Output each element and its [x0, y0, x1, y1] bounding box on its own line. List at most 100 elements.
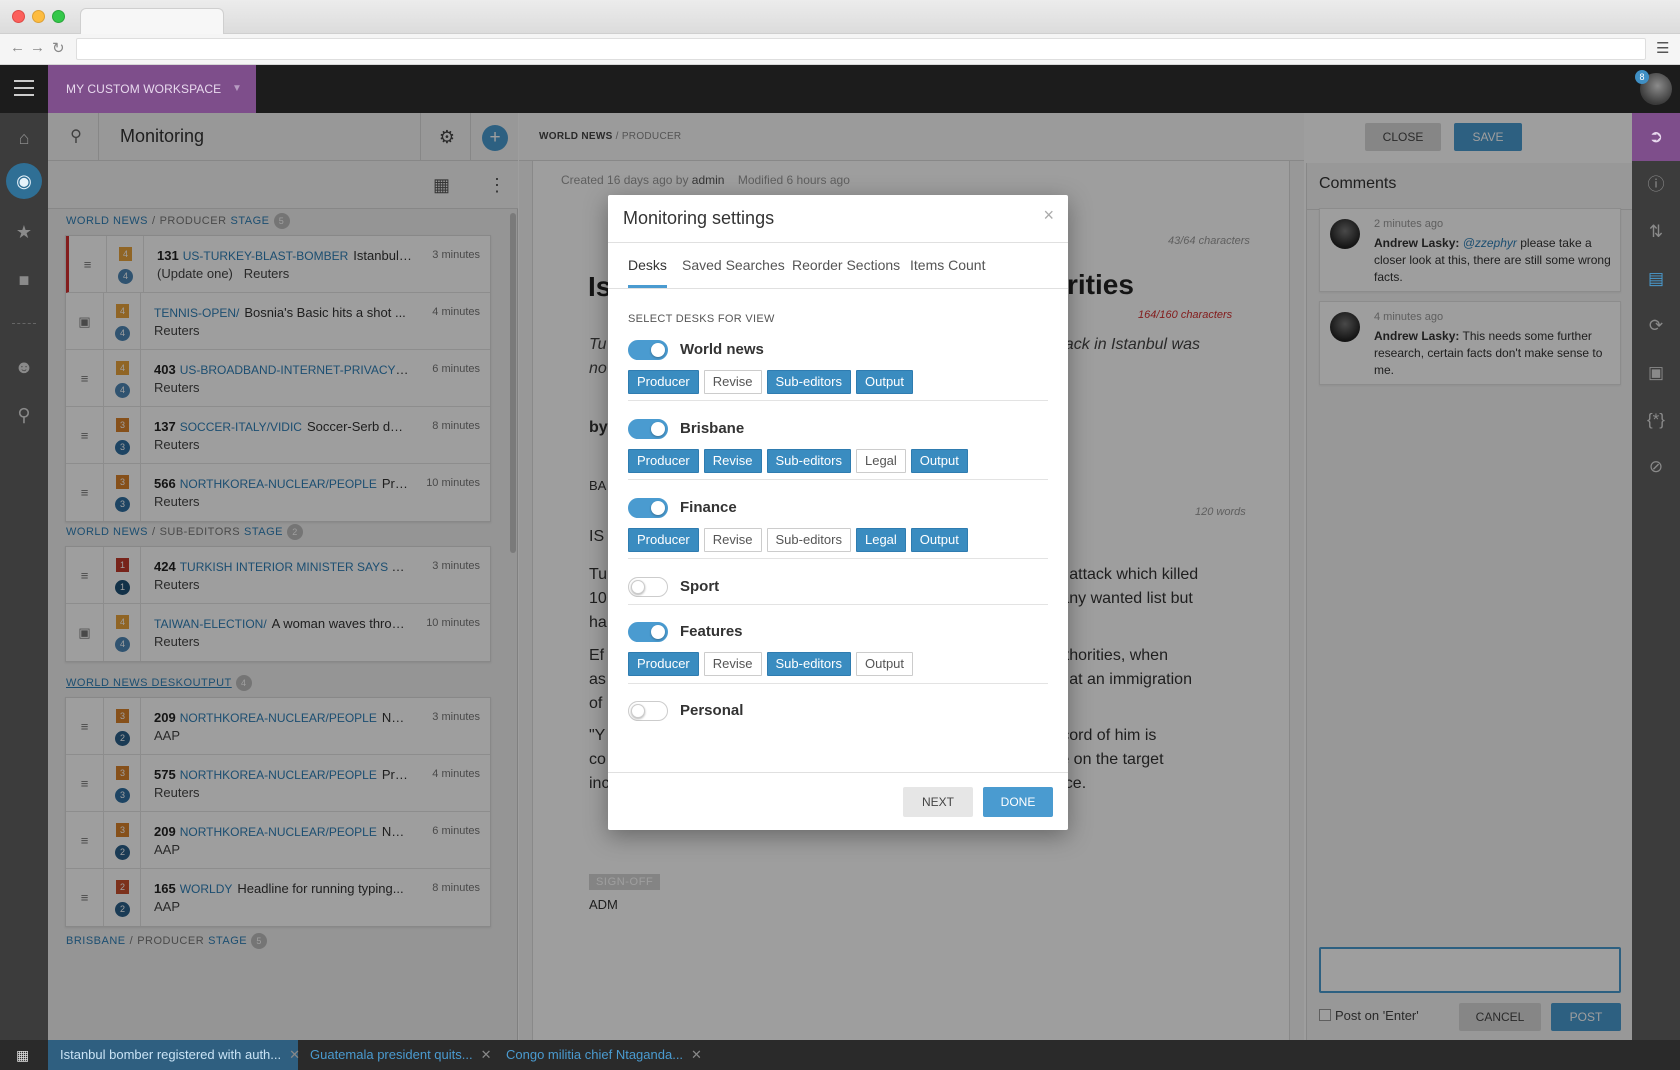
exit-icon-tab[interactable]: ➲: [1632, 113, 1680, 161]
nav-divider: [12, 323, 36, 324]
workspace-switcher[interactable]: MY CUSTOM WORKSPACE ▼: [48, 65, 256, 113]
desk-name: Sport: [680, 578, 720, 595]
stage-toggle-sub-editors[interactable]: Sub-editors: [766, 652, 851, 676]
apps-grid-icon[interactable]: ▦: [16, 1047, 29, 1064]
toggle-knob: [651, 343, 665, 357]
versions-icon[interactable]: ⇅: [1644, 220, 1668, 244]
close-icon[interactable]: ✕: [481, 1047, 492, 1062]
desk-toggle[interactable]: [628, 577, 668, 597]
stage-toggle-revise[interactable]: Revise: [703, 652, 762, 676]
hamburger-menu-icon[interactable]: [14, 80, 34, 96]
desk-toggle[interactable]: [628, 701, 668, 721]
toggle-knob: [631, 580, 645, 594]
open-item-tab[interactable]: Istanbul bomber registered with auth... ✕: [48, 1040, 300, 1070]
stage-toggle-legal[interactable]: Legal: [855, 528, 906, 552]
desk-toggle[interactable]: [628, 498, 668, 518]
desk-toggle[interactable]: [628, 419, 668, 439]
divider: [628, 400, 1048, 401]
archive-icon[interactable]: ▣: [1644, 361, 1668, 385]
divider: [628, 604, 1048, 605]
toggle-knob: [651, 422, 665, 436]
divider: [628, 558, 1048, 559]
user-search-icon[interactable]: ☻: [12, 355, 36, 379]
address-bar[interactable]: [76, 38, 1646, 60]
tab-label: Congo militia chief Ntaganda...: [506, 1047, 684, 1062]
stage-toggle-legal[interactable]: Legal: [855, 449, 906, 473]
stage-toggle-revise[interactable]: Revise: [703, 528, 762, 552]
forward-icon[interactable]: →: [30, 39, 45, 56]
browser-titlebar: [0, 0, 1680, 34]
bottom-taskbar: ▦ Istanbul bomber registered with auth..…: [0, 1040, 1680, 1070]
divider: [628, 683, 1048, 684]
tab-reorder-sections[interactable]: Reorder Sections: [792, 243, 900, 288]
stage-list: Producer Revise Sub-editors Legal Output: [628, 528, 973, 552]
workspace-name: MY CUSTOM WORKSPACE: [66, 82, 222, 96]
stage-list: Producer Revise Sub-editors Output: [628, 652, 918, 676]
browser-toolbar: ← → ↻ ☰: [0, 34, 1680, 65]
home-icon[interactable]: ⌂: [12, 126, 36, 150]
divider: [608, 772, 1068, 773]
back-icon[interactable]: ←: [10, 39, 25, 56]
divider: [628, 479, 1048, 480]
right-sidebar: ➲ ⓘ ⇅ ▤ ⟳ ▣ {*} ⊘: [1632, 113, 1680, 1040]
comments-icon[interactable]: ▤: [1644, 267, 1668, 291]
done-button[interactable]: DONE: [983, 787, 1053, 817]
stage-toggle-sub-editors[interactable]: Sub-editors: [766, 449, 851, 473]
next-button[interactable]: NEXT: [903, 787, 973, 817]
left-navigation: ⌂ ◉ ★ ■ ☻ ⚲: [0, 113, 48, 1040]
toggle-knob: [651, 501, 665, 515]
tab-saved-searches[interactable]: Saved Searches: [682, 243, 785, 288]
stage-list: Producer Revise Sub-editors Output: [628, 370, 918, 394]
minimize-window-icon[interactable]: [32, 10, 45, 23]
info-icon[interactable]: ⓘ: [1644, 173, 1668, 197]
stage-toggle-producer[interactable]: Producer: [628, 449, 699, 473]
tab-desks[interactable]: Desks: [628, 243, 667, 288]
desk-name: Brisbane: [680, 420, 745, 437]
maximize-window-icon[interactable]: [52, 10, 65, 23]
exit-icon: ➲: [1648, 127, 1664, 146]
stage-toggle-revise[interactable]: Revise: [703, 370, 762, 394]
desk-name: Features: [680, 623, 743, 640]
modal-title: Monitoring settings: [623, 208, 775, 228]
stage-toggle-revise[interactable]: Revise: [703, 449, 762, 473]
close-icon[interactable]: ✕: [691, 1047, 702, 1062]
no-link-icon[interactable]: ⊘: [1644, 455, 1668, 479]
star-icon[interactable]: ★: [12, 220, 36, 244]
section-label: SELECT DESKS FOR VIEW: [628, 313, 775, 325]
stage-toggle-producer[interactable]: Producer: [628, 528, 699, 552]
stage-toggle-sub-editors[interactable]: Sub-editors: [766, 528, 851, 552]
chevron-down-icon: ▼: [232, 83, 242, 94]
stage-toggle-output[interactable]: Output: [855, 652, 914, 676]
close-window-icon[interactable]: [12, 10, 25, 23]
tab-items-count[interactable]: Items Count: [910, 243, 985, 288]
toggle-knob: [631, 704, 645, 718]
toggle-knob: [651, 625, 665, 639]
reload-icon[interactable]: ↻: [52, 39, 65, 57]
stage-toggle-sub-editors[interactable]: Sub-editors: [766, 370, 851, 394]
stage-toggle-output[interactable]: Output: [910, 528, 968, 552]
monitoring-eye-icon[interactable]: ◉: [6, 163, 42, 199]
stage-toggle-output[interactable]: Output: [910, 449, 968, 473]
history-icon[interactable]: ⟳: [1644, 314, 1668, 338]
monitoring-settings-modal: Monitoring settings × Desks Saved Searche…: [608, 195, 1068, 830]
stage-toggle-producer[interactable]: Producer: [628, 652, 699, 676]
tab-label: Guatemala president quits...: [310, 1047, 473, 1062]
stage-toggle-output[interactable]: Output: [855, 370, 914, 394]
trash-icon[interactable]: ■: [12, 268, 36, 292]
browser-tab[interactable]: [80, 8, 224, 34]
open-item-tab[interactable]: Congo militia chief Ntaganda... ✕: [494, 1040, 714, 1070]
desk-toggle[interactable]: [628, 340, 668, 360]
stage-toggle-producer[interactable]: Producer: [628, 370, 699, 394]
open-item-tab[interactable]: Guatemala president quits... ✕: [298, 1040, 493, 1070]
desk-toggle[interactable]: [628, 622, 668, 642]
divider: [608, 288, 1068, 289]
app-topbar: MY CUSTOM WORKSPACE ▼ 8: [0, 65, 1680, 113]
search-icon[interactable]: ⚲: [12, 403, 36, 427]
tab-label: Istanbul bomber registered with auth...: [60, 1047, 282, 1062]
close-icon[interactable]: ×: [1043, 205, 1054, 226]
macros-icon[interactable]: {*}: [1644, 408, 1668, 432]
browser-menu-icon[interactable]: ☰: [1656, 39, 1669, 57]
desk-name: World news: [680, 341, 764, 358]
stage-list: Producer Revise Sub-editors Legal Output: [628, 449, 973, 473]
desk-name: Personal: [680, 702, 744, 719]
